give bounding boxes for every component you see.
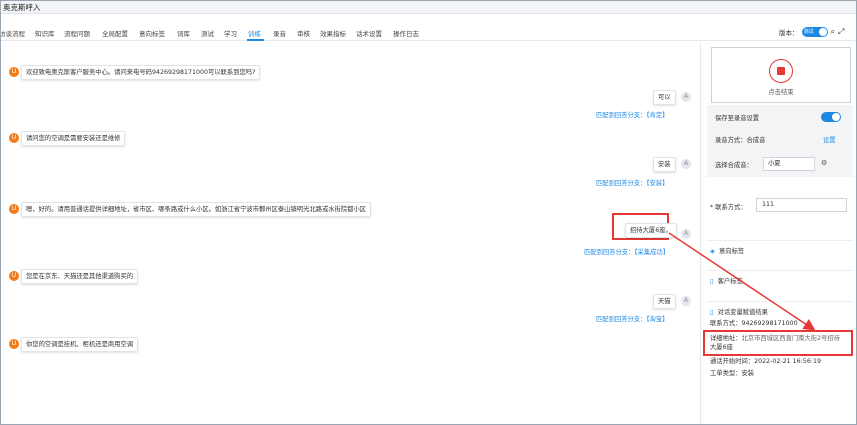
version-label: 版本： [779,29,799,37]
side-panel: 点击结束 保存至录音设置 录音方式：合成音 设置 选择合成音： 小夏 ⚙ * 联… [700,43,856,424]
result-contact: 联系方式：94269298171000 [710,320,798,327]
bot-message: 请问您的空调是需要安装还是维修 [21,131,126,146]
recording-settings: 保存至录音设置 录音方式：合成音 设置 选择合成音： 小夏 ⚙ [707,105,853,177]
divider [707,301,853,302]
save-recording-label: 保存至录音设置 [715,115,760,122]
tab-global-config[interactable]: 全局配置 [102,28,128,38]
record-mode-label: 录音方式：合成音 [715,137,766,144]
tab-intent-tags[interactable]: 意向标签 [139,28,165,38]
result-address-line2: 大厦6座 [710,344,733,351]
window-title: 奥克斯呼入 [3,3,41,12]
version-toggle[interactable]: 测试 [801,27,828,37]
user-avatar: A [681,92,691,102]
user-message: 可以 [653,90,676,105]
divider [707,240,853,241]
expand-icon[interactable]: ⤢ [838,27,844,37]
result-order-type: 工单类型：安装 [710,370,755,377]
contact-input[interactable]: 111 [756,198,847,212]
stop-icon[interactable] [769,59,793,83]
bot-avatar: U [9,204,19,214]
intent-tags-title: 意向标签 [719,248,745,255]
end-call-card: 点击结束 [711,47,851,103]
customer-tags-title: 客户标签 [717,278,743,285]
match-branch: 匹配到回答分支：【淘宝】 [596,316,669,323]
tab-review[interactable]: 审核 [297,28,310,38]
bot-avatar: U [9,271,19,281]
intent-tags-section: ◈ 意向标签 [710,246,744,255]
customer-tags-section: ▯ 客户标签 [710,276,743,285]
result-address-label: 详细地址： [710,335,742,342]
tab-operation-log[interactable]: 操作日志 [393,28,419,38]
voice-select[interactable]: 小夏 [763,157,815,171]
title-bar: 奥克斯呼入 [1,1,856,14]
divider [707,270,853,271]
result-title: 对话变量赋值结果 [717,309,768,316]
tab-knowledge-base[interactable]: 知识库 [35,28,55,38]
tab-train[interactable]: 训练 [248,28,261,38]
user-message: 安装 [653,157,676,172]
result-section: ▯ 对话变量赋值结果 [710,307,768,316]
tab-recording[interactable]: 录音 [273,28,286,38]
tab-script-settings[interactable]: 话术设置 [356,28,382,38]
active-tab-indicator [247,39,264,41]
save-recording-toggle[interactable] [821,112,841,122]
user-message: 天猫 [653,294,676,309]
gear-icon[interactable]: ⚙ [821,159,827,167]
bot-avatar: U [9,67,19,77]
user-avatar: A [681,296,691,306]
bot-avatar: U [9,133,19,143]
voice-select-label: 选择合成音： [715,162,753,169]
user-avatar: A [681,229,691,239]
end-call-label[interactable]: 点击结束 [712,87,850,96]
bot-message: 嗯，好的。请用普通话提供详细地址，省市区、哪条路或什么小区。如浙江省宁波市鄞州区… [21,202,372,217]
match-branch: 匹配到回答分支：【安装】 [596,180,669,187]
tag-icon: ◈ [710,247,715,255]
contact-label: * 联系方式： [710,204,747,211]
bot-message: 欢迎致电奥克斯客户服务中心。请问来电号码94269298171000可以联系到您… [21,65,261,80]
tab-test[interactable]: 测试 [201,28,214,38]
top-nav: 访谈流程 知识库 流程问题 全局配置 意向标签 词库 测试 学习 训练 录音 审… [1,25,856,41]
record-settings-link[interactable]: 设置 [823,135,836,144]
user-avatar: A [681,159,691,169]
result-address: 详细地址：北京市西城区西直门南大街2号招待 [710,335,840,344]
result-start-time: 通话开始时间：2022-02-21 16:56:19 [710,358,821,365]
bot-message: 你您的空调是挂机、柜机还是商用空调 [21,337,139,352]
bot-avatar: U [9,339,19,349]
tab-learn[interactable]: 学习 [224,28,237,38]
tab-interview-flow[interactable]: 访谈流程 [1,28,25,38]
user-message: 招待大厦6座。 [625,223,677,238]
search-icon[interactable]: ⌕ [831,27,835,37]
tab-flow-questions[interactable]: 流程问题 [64,28,90,38]
version-switch: 版本： 测试 ⌕ ⤢ [779,27,844,37]
chat-panel: U 欢迎致电奥克斯客户服务中心。请问来电号码94269298171000可以联系… [1,45,699,424]
tab-lexicon[interactable]: 词库 [177,28,190,38]
bookmark-icon: ▯ [710,277,714,285]
bot-message: 您是在京东、天猫还是其他渠道购买的 [21,269,139,284]
bookmark-icon: ▯ [710,308,714,316]
result-address-value: 北京市西城区西直门南大街2号招待 [741,335,840,342]
match-branch: 匹配到回答分支：【肯定】 [596,112,669,119]
tab-metrics[interactable]: 效果指标 [320,28,346,38]
match-branch: 匹配到回答分支：【采集成功】 [584,249,670,256]
app-window: 奥克斯呼入 访谈流程 知识库 流程问题 全局配置 意向标签 词库 测试 学习 训… [0,0,857,425]
